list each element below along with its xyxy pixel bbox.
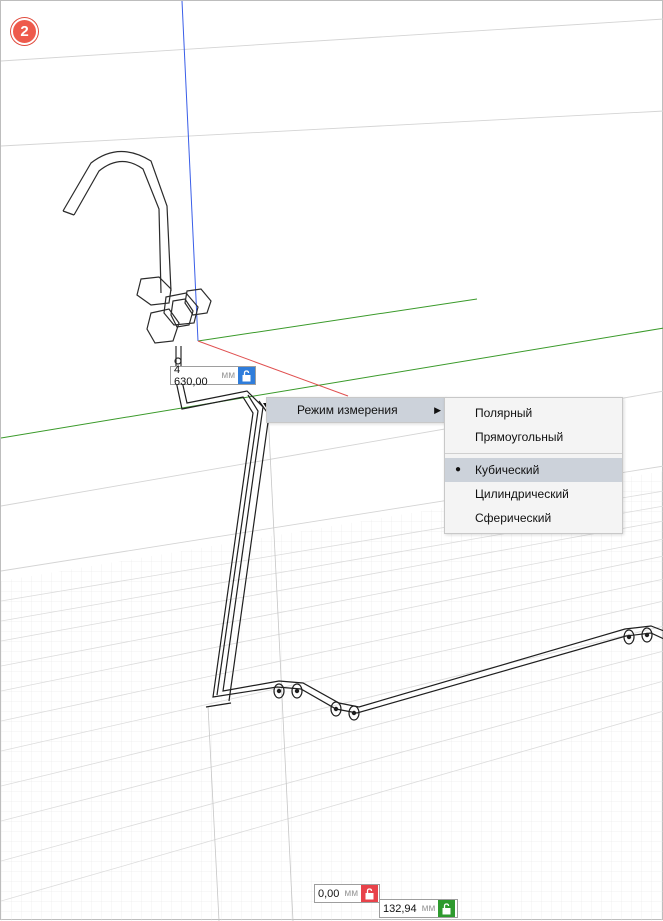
dimension-input-bottom-right[interactable]: 132,94 мм bbox=[379, 899, 458, 918]
dimension-value[interactable]: 4 630,00 bbox=[174, 364, 216, 388]
submenu-item-spherical[interactable]: Сферический bbox=[445, 506, 622, 530]
lock-open-icon[interactable] bbox=[238, 367, 255, 384]
submenu-item-cylindrical[interactable]: Цилиндрический bbox=[445, 482, 622, 506]
lock-icon-red[interactable] bbox=[361, 885, 379, 902]
submenu-item-polar[interactable]: Полярный bbox=[445, 401, 622, 425]
dimension-unit: мм bbox=[221, 370, 236, 381]
radio-bullet-icon: ● bbox=[455, 464, 462, 475]
context-menu[interactable]: Режим измерения ▶ bbox=[266, 397, 446, 423]
y-axis-upper bbox=[197, 298, 478, 342]
menu-separator bbox=[445, 453, 622, 454]
step-badge: 2 bbox=[11, 18, 38, 45]
submenu-item-cubic[interactable]: ● Кубический bbox=[445, 458, 622, 482]
dimension-input-main[interactable]: 4 630,00 мм bbox=[170, 364, 256, 388]
faucet-model[interactable] bbox=[62, 150, 212, 373]
dimension-input-bottom-left[interactable]: 0,00 мм bbox=[314, 884, 380, 903]
floor-grid bbox=[1, 471, 663, 921]
lock-icon-green[interactable] bbox=[438, 900, 456, 917]
submenu-item-rectangular[interactable]: Прямоугольный bbox=[445, 425, 622, 449]
3d-viewport[interactable]: 2 4 630,00 мм Режим измерения ▶ Полярный… bbox=[0, 0, 663, 921]
submenu-arrow-icon: ▶ bbox=[434, 405, 441, 415]
measure-mode-submenu[interactable]: Полярный Прямоугольный ● Кубический Цили… bbox=[444, 397, 623, 534]
menu-item-measure-mode[interactable]: Режим измерения ▶ bbox=[267, 398, 445, 422]
